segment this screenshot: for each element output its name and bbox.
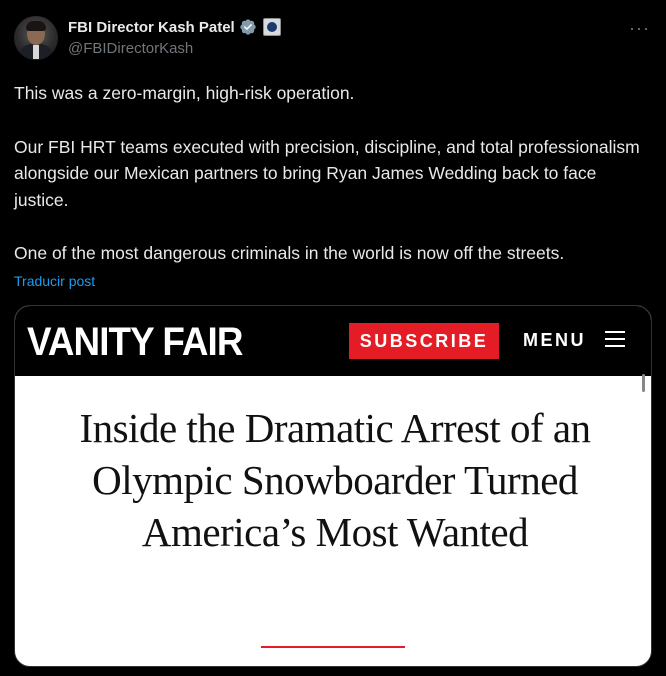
post-header: FBI Director Kash Patel @FBIDirectorKash… [14,16,652,62]
verified-badge-icon [240,19,256,35]
article-title: Inside the Dramatic Arrest of an Olympic… [79,405,591,555]
post-paragraph: This was a zero-margin, high-risk operat… [14,83,355,103]
menu-button[interactable]: MENU [523,330,586,351]
author-display-name[interactable]: FBI Director Kash Patel [68,19,235,36]
avatar-hair [26,21,46,31]
site-logo: VANITY FAIR [27,320,243,364]
post-paragraph: One of the most dangerous criminals in t… [14,243,565,263]
title-divider [261,646,405,648]
hamburger-menu-icon[interactable] [605,331,625,347]
fbi-seal-icon[interactable] [262,18,281,36]
translate-post-link[interactable]: Traducir post [14,273,95,289]
more-options-icon[interactable]: ··· [629,18,650,39]
avatar[interactable] [14,16,58,60]
post-text: This was a zero-margin, high-risk operat… [14,80,654,267]
avatar-shirt [33,45,39,59]
scrollbar-thumb[interactable] [642,374,645,392]
site-header-bar: VANITY FAIR SUBSCRIBE MENU [15,306,651,376]
media-card[interactable]: VANITY FAIR SUBSCRIBE MENU Inside the Dr… [14,305,652,667]
subscribe-button[interactable]: SUBSCRIBE [349,323,499,359]
author-name-row: FBI Director Kash Patel [68,18,281,36]
post-paragraph: Our FBI HRT teams executed with precisio… [14,136,645,210]
author-handle[interactable]: @FBIDirectorKash [68,40,193,57]
